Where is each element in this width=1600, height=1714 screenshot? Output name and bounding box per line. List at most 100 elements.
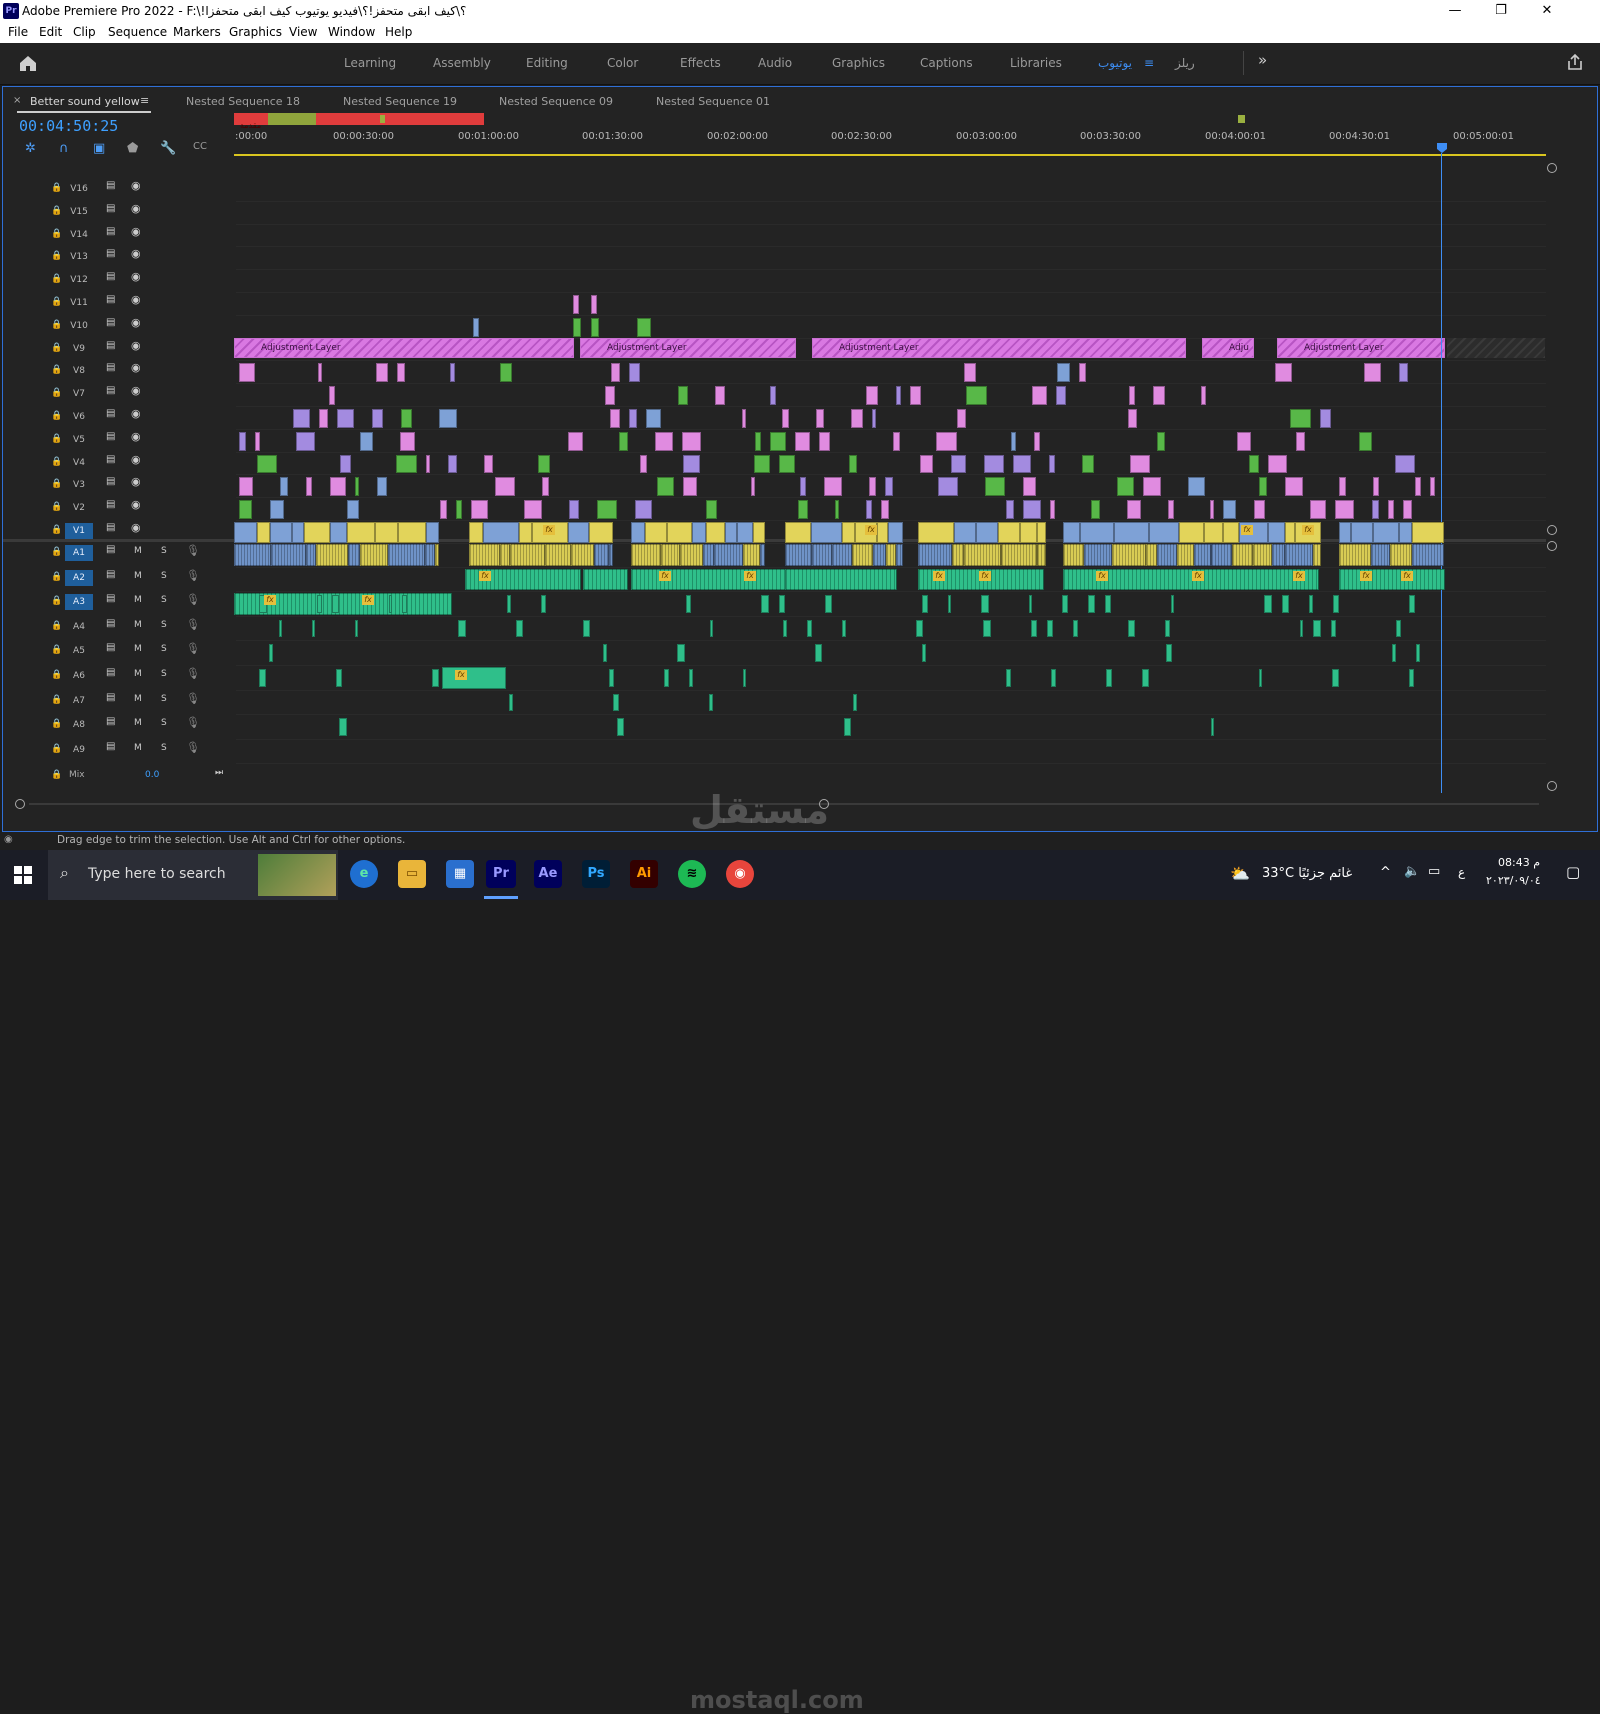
- video-clip[interactable]: [239, 431, 246, 451]
- audio-clip[interactable]: [458, 619, 466, 638]
- video-clip[interactable]: [869, 477, 876, 497]
- video-clip[interactable]: [1032, 386, 1047, 405]
- eye-icon[interactable]: ◉: [131, 475, 141, 488]
- sync-lock-icon[interactable]: ▤: [106, 271, 115, 282]
- video-clip[interactable]: [1395, 454, 1415, 474]
- video-clip[interactable]: [1373, 477, 1379, 497]
- illustrator-icon[interactable]: Ai: [630, 860, 658, 888]
- video-clip[interactable]: [1143, 477, 1161, 497]
- menu-clip[interactable]: Clip: [73, 25, 96, 39]
- microphone-icon[interactable]: 🎙: [186, 642, 200, 655]
- track-label[interactable]: A6: [65, 668, 93, 684]
- audio-clip[interactable]: [609, 544, 613, 566]
- share-icon[interactable]: [1566, 53, 1584, 71]
- audio-clip[interactable]: [1313, 544, 1321, 566]
- video-clip[interactable]: [888, 522, 903, 543]
- eye-icon[interactable]: ◉: [131, 361, 141, 374]
- video-clip[interactable]: [1128, 409, 1137, 428]
- lock-icon[interactable]: 🔒: [51, 670, 62, 680]
- video-clip[interactable]: [682, 431, 701, 451]
- audio-clip[interactable]: [873, 544, 886, 566]
- lock-icon[interactable]: 🔒: [51, 388, 62, 398]
- video-clip[interactable]: [376, 363, 388, 383]
- premiere-taskbar-icon[interactable]: Pr: [486, 860, 516, 888]
- video-clip[interactable]: [257, 522, 270, 543]
- audio-clip[interactable]: [388, 544, 425, 566]
- track-label[interactable]: V12: [65, 272, 93, 288]
- audio-clip[interactable]: [1031, 619, 1037, 638]
- store-icon[interactable]: ▦: [446, 860, 474, 888]
- audio-clip[interactable]: [886, 544, 896, 566]
- video-clip[interactable]: [1179, 522, 1204, 543]
- audio-clip[interactable]: [1142, 669, 1149, 687]
- video-clip[interactable]: [646, 409, 661, 428]
- audio-clip[interactable]: [852, 544, 873, 566]
- sync-lock-icon[interactable]: ▤: [106, 385, 115, 396]
- audio-clip[interactable]: [1063, 544, 1084, 566]
- video-clip[interactable]: [304, 522, 330, 543]
- audio-clip[interactable]: [360, 544, 388, 566]
- video-clip[interactable]: [270, 522, 292, 543]
- microphone-icon[interactable]: 🎙: [186, 618, 200, 631]
- playhead-timecode[interactable]: 00:04:50:25: [19, 117, 118, 135]
- tab-nested-sequence-18[interactable]: Nested Sequence 18: [186, 95, 300, 108]
- video-clip[interactable]: [484, 454, 493, 474]
- audio-clip[interactable]: [1412, 544, 1444, 566]
- video-clip[interactable]: [819, 431, 830, 451]
- video-clip[interactable]: [396, 454, 417, 474]
- audio-clip[interactable]: [516, 619, 523, 638]
- solo-button[interactable]: S: [161, 644, 167, 654]
- sync-lock-icon[interactable]: ▤: [106, 294, 115, 305]
- video-clip[interactable]: [866, 386, 878, 405]
- audio-clip[interactable]: [1331, 619, 1336, 638]
- sync-lock-icon[interactable]: ▤: [106, 593, 115, 604]
- lock-icon[interactable]: 🔒: [51, 719, 62, 729]
- show-hidden-icons-icon[interactable]: ^: [1380, 865, 1391, 880]
- video-track-lane[interactable]: [236, 247, 1546, 271]
- audio-clip[interactable]: [1396, 619, 1401, 638]
- audio-clip[interactable]: [317, 595, 322, 613]
- audio-clip[interactable]: [709, 693, 713, 712]
- video-clip[interactable]: [1020, 522, 1037, 543]
- audio-clip[interactable]: [807, 619, 812, 638]
- video-clip[interactable]: [785, 522, 811, 543]
- track-label[interactable]: V14: [65, 227, 93, 243]
- video-clip[interactable]: [473, 317, 479, 337]
- solo-button[interactable]: S: [161, 620, 167, 630]
- video-clip[interactable]: [918, 522, 954, 543]
- eye-icon[interactable]: ◉: [131, 521, 141, 534]
- audio-track-lane[interactable]: [236, 691, 1546, 716]
- video-clip[interactable]: [1037, 522, 1046, 543]
- video-clip[interactable]: [568, 431, 583, 451]
- audio-clip[interactable]: [812, 544, 832, 566]
- audio-clip[interactable]: [1128, 619, 1135, 638]
- video-clip[interactable]: [631, 522, 645, 543]
- sync-lock-icon[interactable]: ▤: [106, 248, 115, 259]
- video-clip[interactable]: [1127, 500, 1141, 519]
- notifications-icon[interactable]: ▢: [1566, 863, 1580, 881]
- solo-button[interactable]: S: [161, 669, 167, 679]
- video-clip[interactable]: [640, 454, 647, 474]
- video-clip[interactable]: [1310, 500, 1326, 519]
- microphone-icon[interactable]: 🎙: [186, 544, 200, 557]
- mute-button[interactable]: M: [134, 743, 142, 753]
- track-label[interactable]: A9: [65, 742, 93, 758]
- audio-clip[interactable]: [402, 595, 407, 613]
- video-clip[interactable]: [619, 431, 628, 451]
- video-clip[interactable]: [270, 500, 284, 519]
- audio-track-lane[interactable]: [236, 715, 1546, 740]
- video-clip[interactable]: [330, 477, 346, 497]
- video-clip[interactable]: [239, 363, 255, 383]
- video-clip[interactable]: [1223, 522, 1239, 543]
- video-clip[interactable]: [1023, 477, 1036, 497]
- video-clip[interactable]: [573, 295, 579, 314]
- sync-lock-icon[interactable]: ▤: [106, 716, 115, 727]
- video-track-lane[interactable]: [236, 453, 1546, 476]
- audio-clip[interactable]: [964, 544, 1001, 566]
- audio-clip[interactable]: [1037, 544, 1046, 566]
- audio-clip[interactable]: [1313, 619, 1321, 638]
- lock-icon[interactable]: 🔒: [51, 297, 62, 307]
- video-clip[interactable]: [340, 454, 351, 474]
- video-clip[interactable]: [938, 477, 958, 497]
- video-clip[interactable]: [337, 409, 354, 428]
